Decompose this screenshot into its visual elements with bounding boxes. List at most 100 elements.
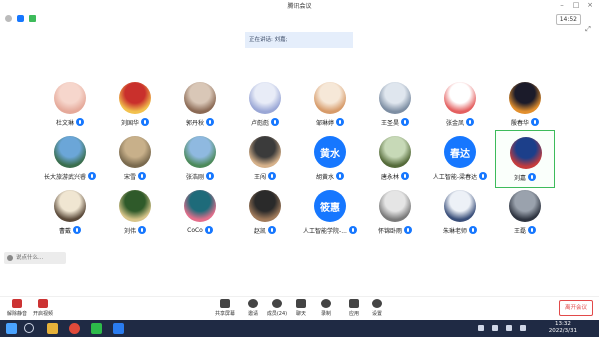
language-icon[interactable]	[520, 325, 526, 331]
mic-icon	[204, 226, 213, 234]
participant-tile[interactable]: 张金凤	[430, 76, 490, 134]
mic-icon	[531, 118, 539, 126]
participant-tile[interactable]: 春达 人工智能-梁春达	[430, 130, 490, 188]
participant-tile[interactable]: 殷春华	[495, 76, 555, 134]
participant-name-row: 王圣昊	[365, 117, 425, 127]
participant-tile[interactable]: CoCo	[170, 184, 230, 242]
mic-icon	[528, 226, 536, 234]
participant-name: 怀锦卧雨	[377, 227, 402, 235]
participant-name: 张金凤	[445, 119, 464, 127]
avatar	[509, 190, 541, 222]
info-icon[interactable]	[5, 15, 12, 22]
participant-name: 邹琳婷	[315, 119, 334, 127]
close-icon[interactable]: ×	[583, 0, 597, 11]
chat-label: 聊天	[295, 311, 306, 317]
participant-name-row: 人工智能学院-...	[300, 225, 360, 235]
video-button[interactable]: 开启视频	[28, 299, 58, 317]
search-icon[interactable]	[24, 323, 34, 333]
mic-icon	[138, 172, 146, 180]
participant-name-row: 朱琳老师	[430, 225, 490, 235]
shield-icon[interactable]	[17, 15, 24, 22]
minimize-icon[interactable]: –	[555, 0, 569, 11]
avatar	[444, 82, 476, 114]
mic-icon	[401, 118, 409, 126]
avatar	[379, 190, 411, 222]
participant-name: 朱琳老师	[442, 227, 467, 235]
volume-icon[interactable]	[506, 325, 512, 331]
participant-name: 王闯	[253, 173, 266, 181]
avatar: 黄水	[314, 136, 346, 168]
participant-tile[interactable]: 邹琳婷	[300, 76, 360, 134]
avatar	[379, 136, 411, 168]
participant-tile[interactable]: 杜文琳	[40, 76, 100, 134]
participant-tile[interactable]: 郭丹秋	[170, 76, 230, 134]
signal-icon[interactable]	[29, 15, 36, 22]
participant-tile[interactable]: 宋雪	[105, 130, 165, 188]
avatar	[249, 190, 281, 222]
participant-tile[interactable]: 曹戴	[40, 184, 100, 242]
video-label: 开启视频	[32, 311, 53, 317]
participant-tile[interactable]: 王磊	[495, 184, 555, 242]
participant-name-row: 王闯	[235, 171, 295, 181]
participant-tile[interactable]: 黄水 胡黄水	[300, 130, 360, 188]
participant-tile[interactable]: 刘国华	[105, 76, 165, 134]
avatar	[184, 190, 216, 222]
taskbar-clock[interactable]: 13:32 2022/3/31	[549, 321, 577, 335]
network-icon[interactable]	[492, 325, 498, 331]
participant-name-row: 赵凯	[235, 225, 295, 235]
mute-label: 解除静音	[6, 311, 27, 317]
participant-name: 人工智能-梁春达	[432, 173, 478, 181]
participant-tile[interactable]: 张浩刚	[170, 130, 230, 188]
participant-tile[interactable]: 卢彪彪	[235, 76, 295, 134]
participant-tile[interactable]: 王圣昊	[365, 76, 425, 134]
participant-name-row: 长大旅游武兴睿	[40, 171, 100, 181]
tencent-meeting-icon[interactable]	[113, 323, 124, 334]
participant-name: 殷春华	[510, 119, 529, 127]
mic-icon	[138, 226, 146, 234]
participant-tile[interactable]: 长大旅游武兴睿	[40, 130, 100, 188]
wechat-icon[interactable]	[91, 323, 102, 334]
chat-placeholder: 说点什么...	[16, 255, 44, 261]
apps-icon	[349, 299, 359, 308]
file-explorer-icon[interactable]	[47, 323, 58, 334]
participant-tile[interactable]: 怀锦卧雨	[365, 184, 425, 242]
participant-tile[interactable]: 筱惠人工智能学院-...	[300, 184, 360, 242]
participant-tile[interactable]: 刘伟	[105, 184, 165, 242]
avatar	[444, 190, 476, 222]
avatar	[54, 190, 86, 222]
clock-time: 13:32	[554, 321, 571, 327]
mic-icon	[401, 172, 409, 180]
record-icon	[321, 299, 331, 308]
mic-icon	[271, 118, 279, 126]
avatar: 筱惠	[314, 190, 346, 222]
maximize-icon[interactable]: □	[569, 0, 583, 11]
participant-tile[interactable]: 王闯	[235, 130, 295, 188]
participant-name-row: 怀锦卧雨	[365, 225, 425, 235]
participant-name-row: 郭丹秋	[170, 117, 230, 127]
participant-name: 王磊	[513, 227, 526, 235]
participant-tile[interactable]: 赵凯	[235, 184, 295, 242]
participant-name: 刘嘉	[513, 174, 526, 182]
chat-input[interactable]: 说点什么...	[4, 252, 66, 264]
participant-name: 郭丹秋	[185, 119, 204, 127]
participant-tile[interactable]: 刘嘉	[495, 130, 555, 188]
participant-name: 卢彪彪	[250, 119, 269, 127]
participant-tile[interactable]: 朱琳老师	[430, 184, 490, 242]
share-screen-icon	[220, 299, 230, 308]
meeting-toolbar: 解除静音 开启视频 共享屏幕 邀请 成员(24) 聊天 录制 应用 设置	[0, 296, 599, 321]
participant-name: 人工智能学院-...	[303, 227, 347, 235]
mic-icon	[206, 172, 214, 180]
share-screen-button[interactable]: 共享屏幕	[210, 299, 240, 317]
start-icon[interactable]	[6, 323, 17, 334]
mic-icon	[469, 226, 477, 234]
mic-icon	[528, 173, 536, 181]
settings-button[interactable]: 设置	[362, 299, 392, 317]
participant-tile[interactable]: 唐永林	[365, 130, 425, 188]
mic-tray-icon[interactable]	[478, 325, 484, 331]
leave-meeting-button[interactable]: 离开会议	[559, 300, 593, 316]
record-button[interactable]: 录制	[311, 299, 341, 317]
chrome-icon[interactable]	[69, 323, 80, 334]
avatar	[119, 136, 151, 168]
fullscreen-icon[interactable]: ⤢	[581, 24, 595, 35]
participant-name-row: 人工智能-梁春达	[430, 171, 490, 181]
